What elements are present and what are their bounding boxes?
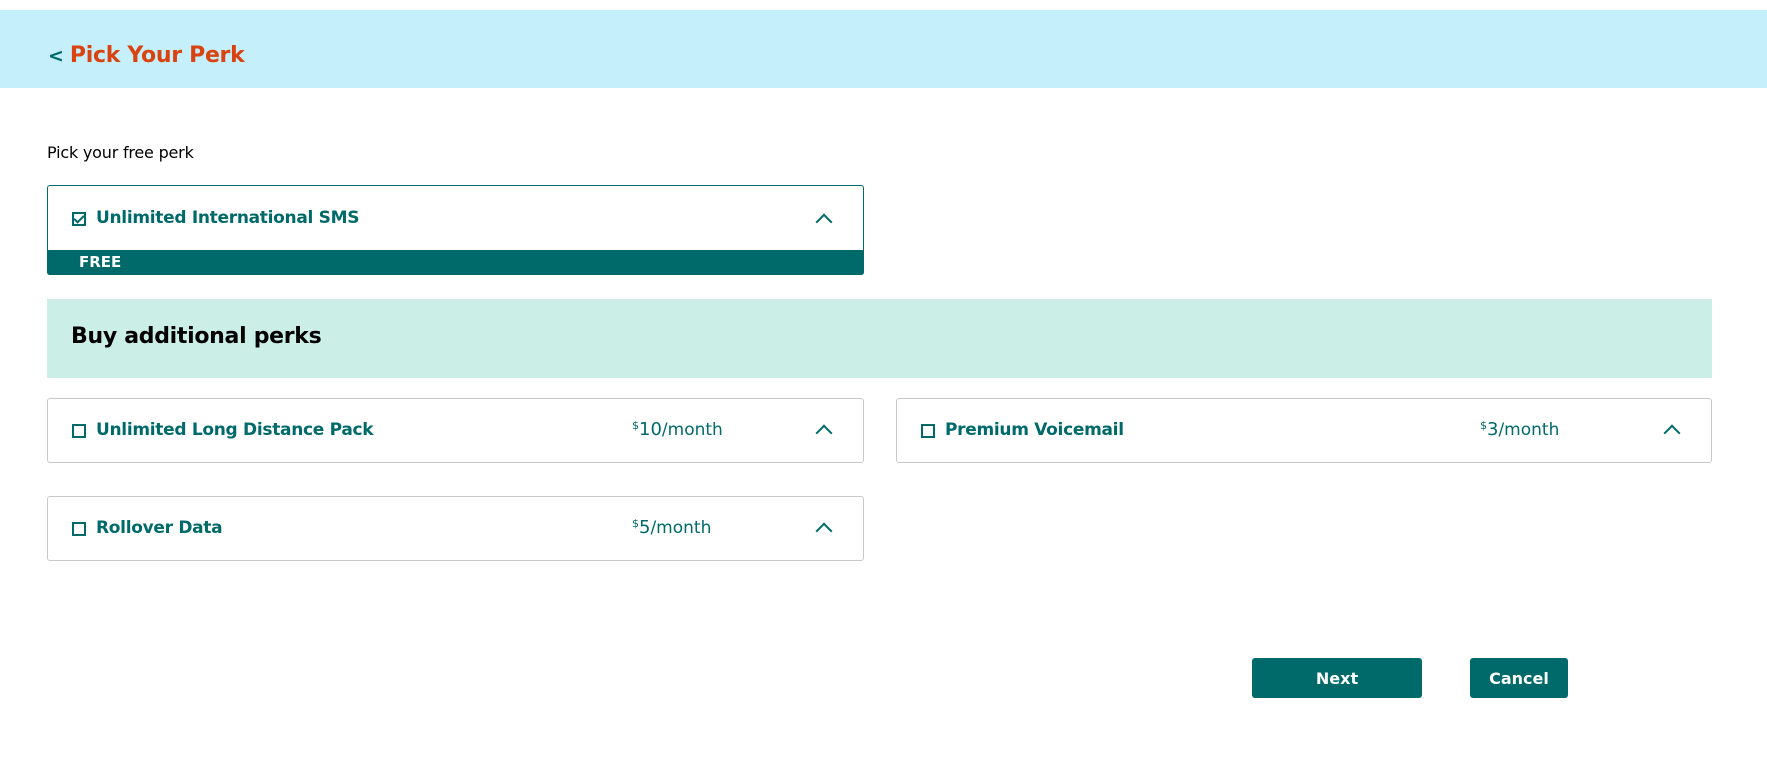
perk-chevron-up-icon[interactable] bbox=[815, 522, 833, 540]
free-perk-row[interactable]: Unlimited International SMS bbox=[48, 186, 863, 250]
free-perk-card[interactable]: Unlimited International SMS FREE bbox=[47, 185, 864, 275]
perk-name-long-distance: Unlimited Long Distance Pack bbox=[96, 420, 374, 440]
price-currency: $ bbox=[1480, 419, 1487, 432]
back-link[interactable]: < Pick Your Perk bbox=[48, 44, 245, 68]
perk-name-premium-voicemail: Premium Voicemail bbox=[945, 420, 1124, 440]
price-amount: 10 bbox=[639, 419, 662, 440]
price-amount: 3 bbox=[1487, 419, 1499, 440]
free-badge-band: FREE bbox=[47, 250, 864, 275]
perk-card-premium-voicemail[interactable]: Premium Voicemail $3/month bbox=[896, 398, 1712, 463]
perk-checkbox-premium-voicemail[interactable] bbox=[921, 424, 935, 438]
free-perk-prompt: Pick your free perk bbox=[47, 143, 194, 162]
perk-chevron-up-icon[interactable] bbox=[815, 424, 833, 442]
price-period: /month bbox=[650, 518, 712, 538]
free-perk-checkbox[interactable] bbox=[72, 212, 86, 226]
perk-price-premium-voicemail: $3/month bbox=[1480, 419, 1559, 440]
page-header: < Pick Your Perk bbox=[0, 10, 1767, 88]
cancel-button[interactable]: Cancel bbox=[1470, 658, 1568, 698]
next-button[interactable]: Next bbox=[1252, 658, 1422, 698]
perk-card-rollover-data[interactable]: Rollover Data $5/month bbox=[47, 496, 864, 561]
free-perk-name: Unlimited International SMS bbox=[96, 208, 360, 228]
additional-perks-header: Buy additional perks bbox=[47, 299, 1712, 378]
perk-card-long-distance[interactable]: Unlimited Long Distance Pack $10/month bbox=[47, 398, 864, 463]
additional-perks-title: Buy additional perks bbox=[71, 324, 322, 349]
price-currency: $ bbox=[632, 517, 639, 530]
price-amount: 5 bbox=[639, 517, 651, 538]
perk-price-long-distance: $10/month bbox=[632, 419, 723, 440]
perk-price-rollover-data: $5/month bbox=[632, 517, 711, 538]
page-title[interactable]: Pick Your Perk bbox=[70, 44, 245, 68]
perk-name-rollover-data: Rollover Data bbox=[96, 518, 223, 538]
perk-checkbox-long-distance[interactable] bbox=[72, 424, 86, 438]
price-period: /month bbox=[1498, 420, 1560, 440]
perk-chevron-up-icon[interactable] bbox=[1663, 424, 1681, 442]
price-period: /month bbox=[661, 420, 723, 440]
perk-checkbox-rollover-data[interactable] bbox=[72, 522, 86, 536]
price-currency: $ bbox=[632, 419, 639, 432]
free-badge: FREE bbox=[79, 253, 122, 271]
back-chevron-icon[interactable]: < bbox=[48, 44, 64, 68]
free-perk-chevron-up-icon[interactable] bbox=[815, 213, 833, 231]
